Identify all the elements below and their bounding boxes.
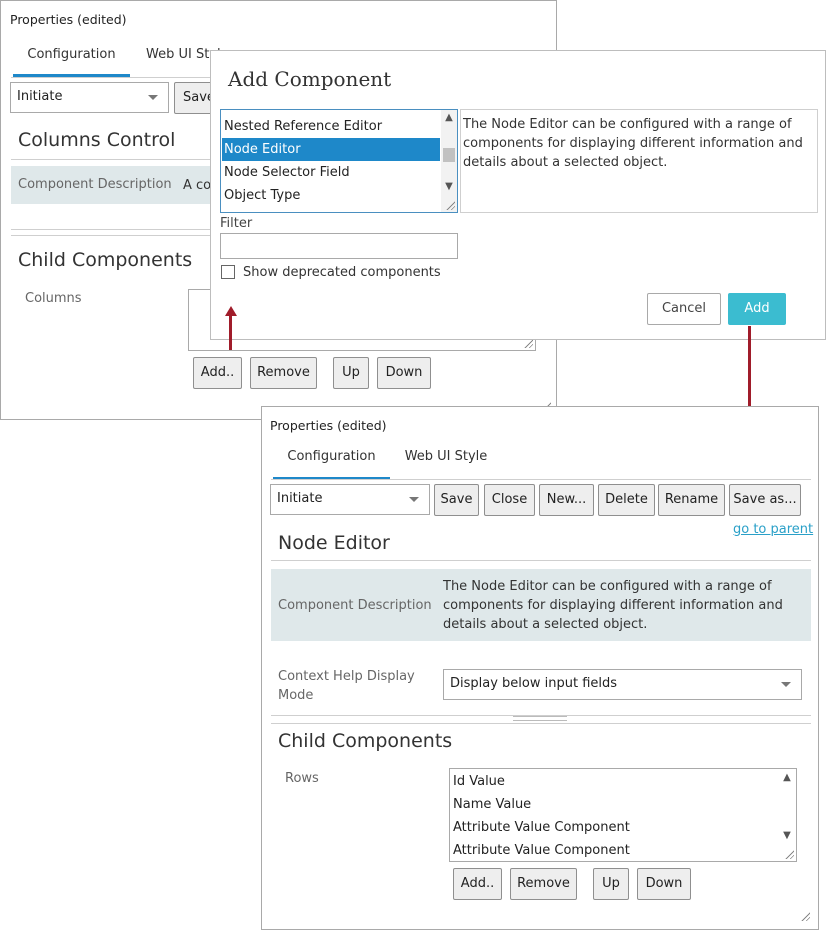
- chevron-up-icon[interactable]: ▲: [444, 113, 454, 123]
- cancel-button[interactable]: Cancel: [647, 293, 721, 325]
- filter-input[interactable]: [220, 233, 458, 259]
- move-down-button[interactable]: Down: [637, 868, 691, 900]
- chevron-down-icon[interactable]: ▼: [444, 182, 454, 192]
- list-scrollbar[interactable]: ▲ ▼: [441, 110, 457, 212]
- tab-configuration[interactable]: Configuration: [273, 449, 390, 480]
- save-as-button[interactable]: Save as...: [729, 484, 801, 516]
- section-divider-3: [271, 723, 811, 724]
- list-item[interactable]: Attribute Value Component: [451, 839, 776, 862]
- scroll-thumb[interactable]: [443, 148, 455, 162]
- filter-label: Filter: [220, 216, 253, 231]
- chevron-up-icon[interactable]: ▲: [782, 773, 792, 783]
- list-item[interactable]: Attribute Value Component: [451, 816, 776, 839]
- component-description-box: The Node Editor can be configured with a…: [460, 109, 818, 213]
- tab-divider: [271, 479, 811, 480]
- chevron-down-icon: [781, 682, 791, 687]
- move-up-button[interactable]: Up: [593, 868, 629, 900]
- context-help-value: Display below input fields: [450, 676, 618, 691]
- move-up-button[interactable]: Up: [333, 357, 369, 389]
- list-item[interactable]: Node Selector Field: [222, 161, 440, 184]
- tab-configuration[interactable]: Configuration: [13, 47, 130, 77]
- front-properties-panel: Properties (edited) Configuration Web UI…: [261, 406, 819, 930]
- description-label: Component Description: [278, 598, 432, 613]
- arrow-up-line: [229, 314, 232, 350]
- list-item-selected[interactable]: Node Editor: [222, 138, 440, 161]
- chevron-down-icon: [409, 497, 419, 502]
- close-button[interactable]: Close: [484, 484, 535, 516]
- remove-child-button[interactable]: Remove: [510, 868, 577, 900]
- add-component-dialog: Add Component Nested Reference Editor No…: [210, 50, 826, 340]
- remove-child-button[interactable]: Remove: [250, 357, 317, 389]
- list-item[interactable]: Name Value: [451, 793, 776, 816]
- rows-scrollbar[interactable]: ▲ ▼: [779, 769, 795, 861]
- component-description-text: The Node Editor can be configured with a…: [463, 117, 803, 170]
- add-button[interactable]: Add: [728, 293, 786, 325]
- add-child-button[interactable]: Add..: [453, 868, 502, 900]
- context-help-select[interactable]: Display below input fields: [443, 669, 802, 700]
- config-select[interactable]: Initiate: [10, 82, 169, 113]
- config-select[interactable]: Initiate: [270, 484, 430, 515]
- description-text: The Node Editor can be configured with a…: [443, 579, 783, 632]
- chevron-down-icon[interactable]: ▼: [782, 831, 792, 841]
- list-item[interactable]: Id Value: [451, 770, 776, 793]
- context-help-label: Context Help Display Mode: [278, 669, 415, 703]
- delete-button[interactable]: Delete: [598, 484, 655, 516]
- description-text: A co: [183, 178, 212, 193]
- list-item[interactable]: Nested Reference Editor: [222, 115, 440, 138]
- move-down-button[interactable]: Down: [377, 357, 431, 389]
- rename-button[interactable]: Rename: [658, 484, 725, 516]
- section-divider: [271, 560, 811, 561]
- child-components-title: Child Components: [18, 249, 193, 271]
- columns-label: Columns: [25, 291, 82, 306]
- new-button[interactable]: New...: [539, 484, 594, 516]
- rows-label: Rows: [285, 771, 319, 786]
- deprecated-checkbox[interactable]: [221, 265, 235, 279]
- list-item[interactable]: Object Type: [222, 184, 440, 207]
- deprecated-label[interactable]: Show deprecated components: [243, 265, 441, 280]
- config-select-value: Initiate: [17, 89, 63, 104]
- panel-title: Properties (edited): [10, 12, 127, 27]
- description-label: Component Description: [18, 177, 172, 192]
- rows-list[interactable]: Id Value Name Value Attribute Value Comp…: [449, 768, 797, 862]
- component-list[interactable]: Nested Reference Editor Node Editor Node…: [220, 109, 458, 213]
- dialog-title: Add Component: [228, 67, 392, 91]
- chevron-down-icon: [148, 95, 158, 100]
- section-title: Columns Control: [18, 129, 176, 151]
- splitter-handle[interactable]: [513, 716, 567, 721]
- go-to-parent-link[interactable]: go to parent: [733, 522, 813, 537]
- panel-resize-grip-icon[interactable]: [800, 911, 810, 921]
- add-child-button[interactable]: Add..: [193, 357, 242, 389]
- save-button[interactable]: Save: [434, 484, 479, 516]
- panel-title: Properties (edited): [270, 418, 387, 433]
- tab-web-ui-style[interactable]: Web UI Style: [396, 449, 496, 479]
- section-title: Node Editor: [278, 532, 390, 554]
- config-select-value: Initiate: [277, 491, 323, 506]
- child-components-title: Child Components: [278, 730, 453, 752]
